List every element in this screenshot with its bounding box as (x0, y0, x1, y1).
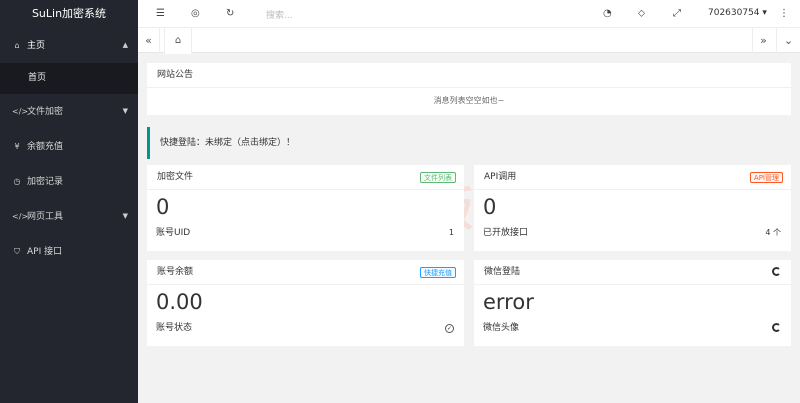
sidebar-item-label: 网页工具 (27, 212, 64, 222)
card-title: 加密文件 文件列表 (147, 165, 464, 190)
card-value: 0 (483, 195, 497, 219)
balance-card: 账号余额 快捷充值 0.00 账号状态 ✓ (147, 260, 464, 346)
card-title: 账号余额 快捷充值 (147, 260, 464, 285)
globe-icon[interactable]: ◎ (191, 8, 200, 19)
tag-icon[interactable]: ⬦ (638, 8, 645, 19)
code-icon: </> (12, 212, 29, 221)
footer-label: 账号状态 (156, 323, 193, 333)
api-calls-card: API调用 API管理 0 已开放接口 4 个 (474, 165, 791, 251)
sidebar-item-web-tools[interactable]: </>网页工具 ▼ (0, 199, 138, 234)
card-footer: 已开放接口 4 个 (474, 224, 791, 242)
tabs-scroll-left-button[interactable]: « (138, 28, 160, 53)
footer-value: 1 (448, 228, 454, 237)
file-list-badge[interactable]: 文件列表 (420, 172, 456, 183)
sidebar-item-file-encrypt[interactable]: </>文件加密 ▼ (0, 94, 138, 129)
menu-icon[interactable]: ☰ (156, 8, 165, 19)
refresh-icon[interactable]: ↻ (226, 8, 234, 19)
tabs-bar: « ⌂ » ⌄ (138, 28, 800, 54)
chevron-up-icon: ▲ (122, 41, 128, 49)
tabs-scroll-right-button[interactable]: » (752, 28, 774, 53)
subnav-home: 首页 (0, 63, 138, 94)
status-check-icon: ✓ (445, 319, 454, 337)
sidebar-item-label: 文件加密 (27, 107, 64, 117)
sidebar-item-label: 余额充值 (27, 142, 64, 152)
encrypt-files-card: 加密文件 文件列表 0 账号UID 1 (147, 165, 464, 251)
notice-body: 消息列表空空如也~ (433, 96, 505, 105)
app-title: SuLin加密系统 (31, 7, 107, 20)
chevron-down-icon: ▼ (122, 107, 128, 115)
quick-login-notice[interactable]: 快捷登陆：未绑定（点击绑定）！ (147, 127, 791, 159)
card-footer: 账号状态 ✓ (147, 319, 464, 337)
chevron-down-icon: ▼ (122, 212, 128, 220)
notice-card: 网站公告 消息列表空空如也~ (147, 63, 791, 115)
card-title: API调用 API管理 (474, 165, 791, 190)
tab-home[interactable]: ⌂ (164, 28, 192, 54)
wechat-card: 微信登陆 error 微信头像 (474, 260, 791, 346)
sidebar-item-recharge[interactable]: ¥ 余额充值 (0, 129, 138, 164)
search-input[interactable]: 搜索... (266, 8, 293, 21)
card-value: error (483, 290, 534, 314)
footer-label: 账号UID (156, 228, 191, 238)
card-title-text: 微信登陆 (484, 267, 521, 277)
api-manage-badge[interactable]: API管理 (749, 172, 783, 183)
footer-value: 4 个 (765, 228, 781, 237)
notice-title: 网站公告 (147, 63, 791, 88)
home-icon: ⌂ (14, 41, 20, 50)
sidebar-item-encrypt-records[interactable]: ◷ 加密记录 (0, 164, 138, 199)
quick-recharge-badge[interactable]: 快捷充值 (420, 267, 456, 278)
sidebar-item-home[interactable]: ⌂ 主页 ▲ (0, 28, 138, 63)
footer-label: 微信头像 (483, 323, 520, 333)
sidebar-item-label: API 接口 (27, 247, 63, 257)
user-menu[interactable]: 702630754 ▾ (708, 8, 767, 18)
card-footer: 账号UID 1 (147, 224, 464, 242)
main-content: 一淘模版 网站公告 消息列表空空如也~ 快捷登陆：未绑定（点击绑定）！ 加密文件… (138, 53, 800, 403)
card-title-text: API调用 (484, 172, 517, 182)
tabs-dropdown-button[interactable]: ⌄ (776, 28, 800, 53)
shield-icon: ⛉ (14, 247, 20, 256)
card-title-text: 账号余额 (157, 267, 194, 277)
code-icon: </> (12, 107, 29, 116)
card-value: 0 (156, 195, 170, 219)
footer-label: 已开放接口 (483, 228, 529, 238)
sidebar-subitem-index[interactable]: 首页 (0, 63, 138, 94)
loading-spinner-icon (772, 267, 781, 276)
clock-icon: ◷ (13, 177, 21, 186)
card-value: 0.00 (156, 290, 203, 314)
sidebar-item-label: 主页 (27, 41, 46, 51)
card-footer: 微信头像 (474, 319, 791, 337)
sidebar-item-label: 加密记录 (27, 177, 64, 187)
dashboard-icon[interactable]: ◔ (603, 8, 612, 19)
card-title-text: 加密文件 (157, 172, 194, 182)
yen-icon: ¥ (14, 142, 20, 151)
check-icon: ✓ (445, 324, 454, 333)
card-title: 微信登陆 (474, 260, 791, 285)
fullscreen-icon[interactable]: ⤢ (673, 8, 681, 19)
sidebar-item-api[interactable]: ⛉ API 接口 (0, 234, 138, 269)
topbar: ☰ ◎ ↻ 搜索... ◔ ⬦ ⤢ 702630754 ▾ ⋮ (138, 0, 800, 28)
sidebar: SuLin加密系统 ⌂ 主页 ▲ 首页 </>文件加密 ▼ ¥ 余额充值 ◷ 加密记录… (0, 0, 138, 403)
loading-spinner-icon (772, 323, 781, 332)
more-icon[interactable]: ⋮ (779, 8, 789, 19)
